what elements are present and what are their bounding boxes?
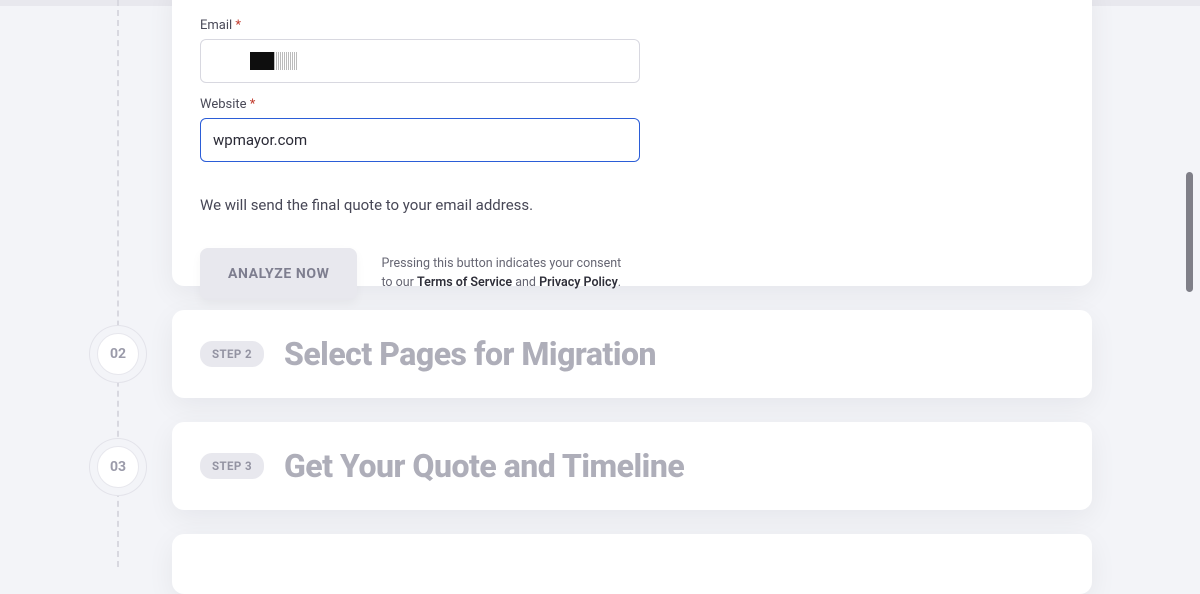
consent-and: and <box>512 275 539 290</box>
quote-note: We will send the final quote to your ema… <box>200 196 1064 214</box>
step2-title: Select Pages for Migration <box>284 335 656 373</box>
consent-suffix: . <box>618 275 621 290</box>
step3-card[interactable]: STEP 3 Get Your Quote and Timeline <box>172 422 1092 510</box>
required-asterisk: * <box>235 18 241 33</box>
step3-title: Get Your Quote and Timeline <box>284 447 684 485</box>
step-circle-02: 02 <box>97 333 139 375</box>
analyze-now-button[interactable]: ANALYZE NOW <box>200 248 357 300</box>
email-label-text: Email <box>200 18 232 33</box>
step2-card[interactable]: STEP 2 Select Pages for Migration <box>172 310 1092 398</box>
website-label-text: Website <box>200 97 247 112</box>
terms-of-service-link[interactable]: Terms of Service <box>417 275 512 290</box>
consent-text: Pressing this button indicates your cons… <box>381 255 631 293</box>
privacy-policy-link[interactable]: Privacy Policy <box>539 275 618 290</box>
next-card-peek <box>172 534 1092 594</box>
step1-form-card: Email * Website * We will send the final… <box>172 0 1092 286</box>
step3-pill: STEP 3 <box>200 453 264 479</box>
redaction-overlay <box>250 52 298 70</box>
website-input[interactable] <box>200 118 640 162</box>
step-circle-03: 03 <box>97 446 139 488</box>
website-label: Website * <box>200 97 1064 112</box>
scrollbar-thumb[interactable] <box>1186 172 1193 292</box>
required-asterisk: * <box>250 97 256 112</box>
step2-pill: STEP 2 <box>200 341 264 367</box>
email-label: Email * <box>200 18 1064 33</box>
